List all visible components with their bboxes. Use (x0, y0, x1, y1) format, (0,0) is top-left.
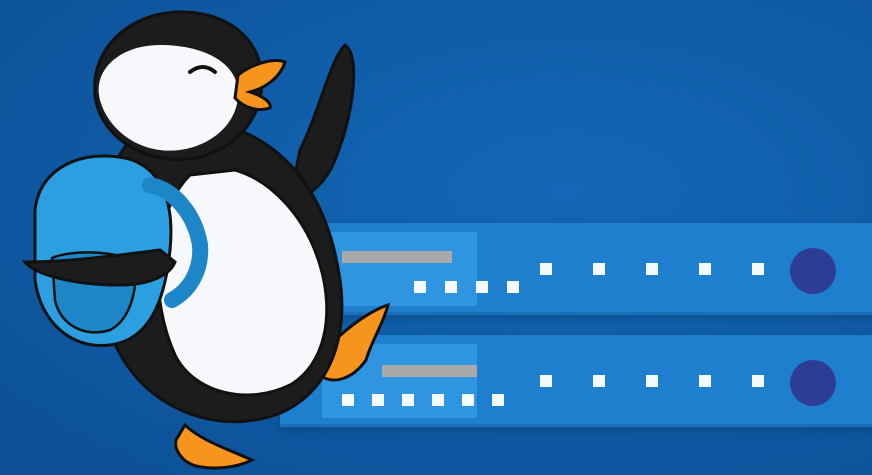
hero-illustration (0, 0, 872, 475)
status-led (699, 375, 711, 387)
status-led (752, 263, 764, 275)
front-leds (540, 263, 764, 275)
status-led (646, 375, 658, 387)
penguin-foot-back (174, 422, 256, 470)
status-led (593, 263, 605, 275)
front-leds (540, 375, 764, 387)
status-led (646, 263, 658, 275)
status-led (462, 394, 474, 406)
status-led (699, 263, 711, 275)
status-led (492, 394, 504, 406)
status-led (540, 263, 552, 275)
status-led (476, 281, 488, 293)
status-led (432, 394, 444, 406)
penguin-mascot-icon (21, 10, 391, 470)
status-led (593, 375, 605, 387)
status-led (752, 375, 764, 387)
status-led (540, 375, 552, 387)
status-led (507, 281, 519, 293)
status-led (445, 281, 457, 293)
power-indicator (790, 248, 836, 294)
power-indicator (790, 360, 836, 406)
